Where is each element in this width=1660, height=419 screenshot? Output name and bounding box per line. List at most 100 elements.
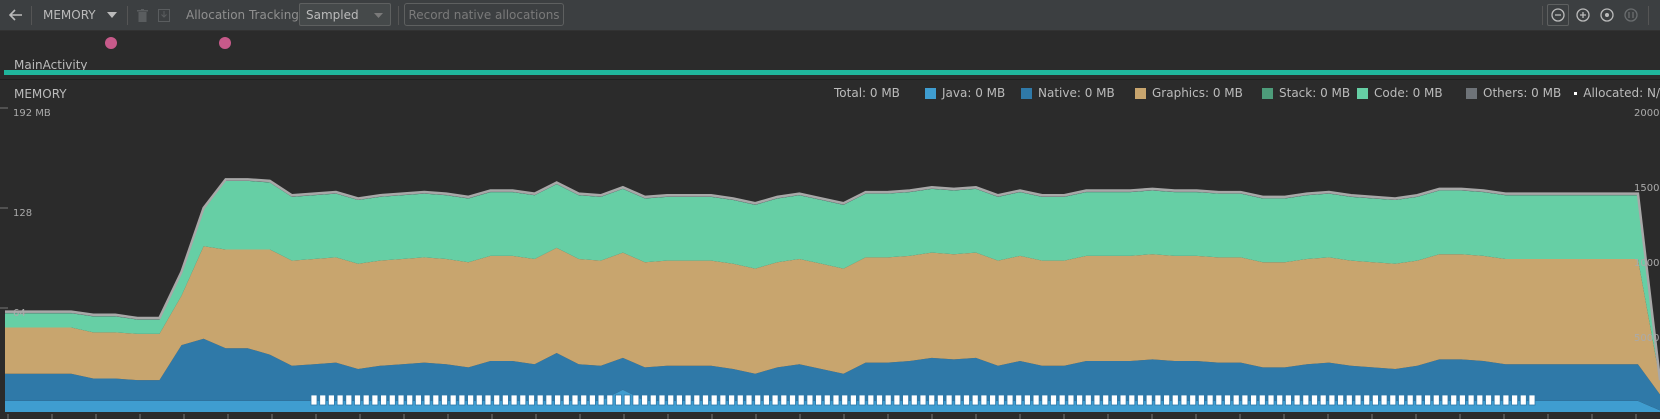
allocation-sample-marker [710, 394, 718, 406]
allocation-sample-marker [1363, 394, 1371, 406]
allocation-sample-marker [327, 394, 335, 406]
reset-zoom-icon[interactable] [1596, 4, 1618, 26]
memory-title: MEMORY [14, 87, 67, 101]
allocation-sample-marker [1137, 394, 1144, 406]
separator [127, 6, 128, 25]
allocation-sample-marker [484, 394, 492, 406]
legend-stack-label: Stack: 0 MB [1279, 86, 1351, 100]
allocation-sample-marker [1511, 394, 1518, 406]
allocation-sample-marker [1415, 394, 1423, 406]
allocation-sample-marker [362, 394, 370, 406]
allocation-sample-marker [1119, 394, 1127, 406]
legend-native-label: Native: 0 MB [1038, 86, 1115, 100]
allocation-sample-marker [1293, 394, 1301, 406]
graphics-swatch [1135, 87, 1146, 99]
allocation-sample-marker [1067, 394, 1075, 406]
chevron-down-icon[interactable] [106, 10, 118, 20]
allocation-sample-marker [615, 394, 622, 406]
allocation-sample-marker [1467, 394, 1475, 406]
allocation-sample-marker [380, 394, 388, 406]
separator [1542, 6, 1543, 25]
allocation-sample-marker [397, 394, 405, 406]
allocation-sample-marker [1145, 394, 1153, 406]
allocation-sample-marker [728, 394, 735, 406]
allocation-sample-marker [702, 394, 709, 406]
zoom-out-icon[interactable] [1547, 4, 1569, 26]
back-arrow-icon[interactable] [6, 5, 26, 25]
record-native-allocations-button[interactable]: Record native allocations [404, 3, 564, 26]
allocation-sample-marker [1111, 394, 1118, 406]
allocation-sample-marker [771, 394, 779, 406]
allocation-sample-marker [667, 394, 675, 406]
allocation-sample-marker [1189, 394, 1197, 406]
allocation-sample-marker [1398, 394, 1405, 406]
allocation-sample-marker [562, 394, 570, 406]
allocation-sample-marker [1258, 394, 1266, 406]
allocation-sample-marker [963, 394, 970, 406]
allocation-sample-marker [789, 394, 796, 406]
allocation-sample-marker [745, 394, 753, 406]
zoom-in-icon[interactable] [1572, 4, 1594, 26]
user-event-marker[interactable] [105, 37, 117, 49]
allocation-sample-marker [1171, 394, 1179, 406]
allocation-sample-marker [867, 394, 875, 406]
allocation-sample-marker [649, 394, 657, 406]
trash-icon[interactable] [134, 6, 150, 24]
attach-to-live-icon[interactable] [1620, 4, 1642, 26]
allocation-sample-marker [841, 394, 849, 406]
allocation-sample-marker [1050, 394, 1057, 406]
allocation-sample-marker [754, 394, 762, 406]
allocation-sample-marker [571, 394, 579, 406]
allocation-sample-marker [1285, 394, 1292, 406]
allocation-sample-marker [345, 394, 353, 406]
allocation-tracking-dropdown[interactable]: Sampled [299, 3, 391, 26]
allocation-sample-marker [467, 394, 475, 406]
allocation-sample-marker [1224, 394, 1231, 406]
allocation-sample-marker [693, 394, 701, 406]
allocation-sample-marker [1163, 394, 1170, 406]
memory-chart-area[interactable] [0, 80, 1660, 419]
allocation-sample-marker [580, 394, 588, 406]
allocation-sample-marker [1380, 394, 1388, 406]
y-tick-label: 128 [13, 208, 33, 219]
allocation-sample-marker [1476, 394, 1484, 406]
user-event-marker[interactable] [219, 37, 231, 49]
allocation-sample-marker [519, 394, 527, 406]
save-heap-dump-icon[interactable] [156, 6, 172, 24]
allocation-sample-marker [536, 394, 544, 406]
allocation-sample-marker [832, 394, 840, 406]
legend-stack: Stack: 0 MB [1262, 86, 1350, 100]
allocation-sample-marker [1232, 394, 1240, 406]
allocation-sample-marker [1058, 394, 1066, 406]
allocation-sample-marker [910, 394, 918, 406]
allocation-sample-marker [736, 394, 744, 406]
y-tick-label: 192 MB [13, 108, 51, 119]
allocation-sample-marker [319, 394, 327, 406]
profiler-selector[interactable]: MEMORY [43, 0, 96, 30]
legend-total: Total: 0 MB [834, 86, 900, 100]
java-swatch [925, 87, 936, 99]
allocation-sample-marker [354, 394, 361, 406]
right-axis-tick: 5000 [1634, 333, 1660, 344]
allocation-sample-marker [1032, 394, 1040, 406]
legend-code-label: Code: 0 MB [1374, 86, 1443, 100]
allocation-sample-marker [1328, 394, 1336, 406]
legend-graphics-label: Graphics: 0 MB [1152, 86, 1243, 100]
legend-allocated: Allocated: N/ [1574, 86, 1660, 100]
legend-native: Native: 0 MB [1021, 86, 1115, 100]
allocation-sample-marker [623, 394, 631, 406]
allocation-sample-marker [937, 394, 944, 406]
separator [31, 6, 32, 25]
y-tick-label: 64 [13, 308, 26, 319]
legend-java: Java: 0 MB [925, 86, 1005, 100]
allocation-sample-marker [1041, 394, 1049, 406]
allocated-dash-icon [1574, 91, 1578, 95]
activity-lifecycle-bar[interactable] [4, 70, 1660, 75]
allocation-sample-marker [449, 394, 457, 406]
allocation-tracking-value: Sampled [306, 7, 359, 22]
chevron-down-icon [374, 13, 383, 18]
allocation-sample-marker [980, 394, 988, 406]
allocation-sample-marker [858, 394, 866, 406]
profiler-name: MEMORY [43, 8, 96, 22]
legend-graphics: Graphics: 0 MB [1135, 86, 1243, 100]
